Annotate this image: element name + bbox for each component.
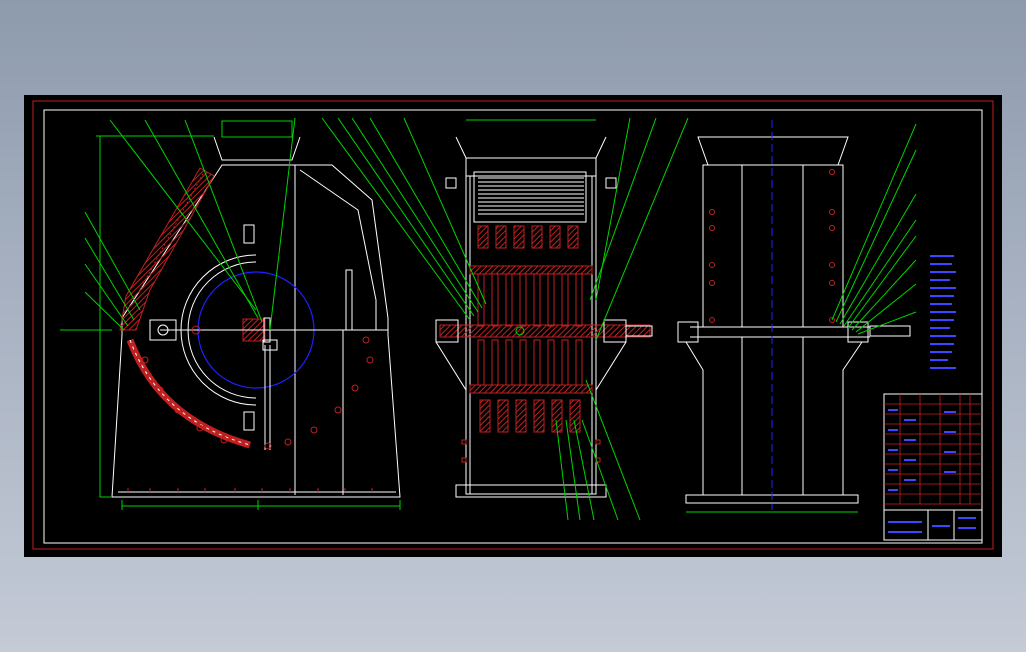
cad-viewport[interactable] [0,0,1026,652]
shaft [439,324,651,338]
drawing-sheet[interactable] [24,95,1002,557]
